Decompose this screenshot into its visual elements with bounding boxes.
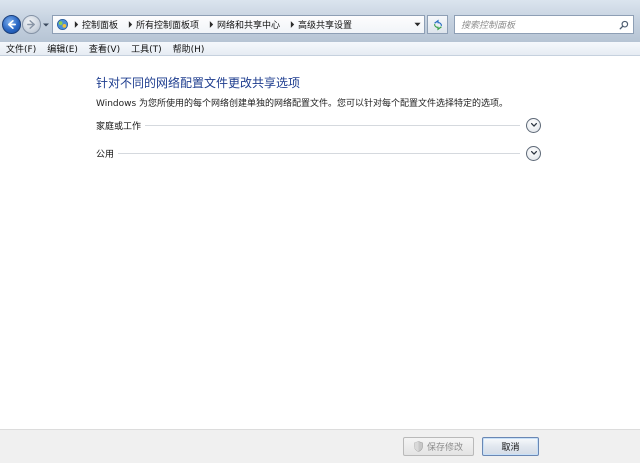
footer-bar: 保存修改 取消 <box>0 429 640 463</box>
menu-bar: 文件(F) 编辑(E) 查看(V) 工具(T) 帮助(H) <box>0 42 640 56</box>
breadcrumb-item-control-panel[interactable]: 控制面板 <box>70 16 124 33</box>
forward-button[interactable] <box>22 15 41 34</box>
chevron-right-icon <box>286 16 298 33</box>
breadcrumb-label: 网络和共享中心 <box>217 21 281 31</box>
cancel-button[interactable]: 取消 <box>482 437 539 456</box>
arrow-left-icon <box>7 20 16 29</box>
chevron-down-icon <box>530 122 537 127</box>
refresh-button[interactable] <box>427 15 448 34</box>
recent-pages-button[interactable] <box>42 21 50 29</box>
divider <box>145 124 520 126</box>
address-bar: 控制面板 所有控制面板项 网络和共享中心 高级共享设置 搜索控制面板 <box>0 0 640 42</box>
page-description: Windows 为您所使用的每个网络创建单独的网络配置文件。您可以针对每个配置文… <box>96 99 509 109</box>
breadcrumb[interactable]: 控制面板 所有控制面板项 网络和共享中心 高级共享设置 <box>52 15 425 34</box>
menu-edit[interactable]: 编辑(E) <box>43 42 82 55</box>
save-changes-label: 保存修改 <box>426 443 463 453</box>
divider <box>118 152 520 154</box>
profile-label: 公用 <box>96 149 115 160</box>
profile-label: 家庭或工作 <box>96 121 142 132</box>
menu-help[interactable]: 帮助(H) <box>169 42 209 55</box>
breadcrumb-label: 高级共享设置 <box>298 21 353 31</box>
save-changes-button[interactable]: 保存修改 <box>403 437 474 456</box>
profile-section-home-work[interactable]: 家庭或工作 <box>96 117 541 133</box>
profile-section-public[interactable]: 公用 <box>96 145 541 161</box>
breadcrumb-item-network-center[interactable]: 网络和共享中心 <box>205 16 286 33</box>
menu-file[interactable]: 文件(F) <box>2 42 40 55</box>
breadcrumb-label: 所有控制面板项 <box>136 21 200 31</box>
chevron-right-icon <box>205 16 217 33</box>
breadcrumb-item-all-items[interactable]: 所有控制面板项 <box>124 16 205 33</box>
search-placeholder: 搜索控制面板 <box>461 21 516 31</box>
uac-shield-icon <box>414 441 425 453</box>
expand-button[interactable] <box>526 117 541 133</box>
cancel-label: 取消 <box>501 443 520 453</box>
chevron-right-icon <box>70 16 82 33</box>
expand-button[interactable] <box>526 145 541 161</box>
page-title: 针对不同的网络配置文件更改共享选项 <box>96 76 301 90</box>
menu-view[interactable]: 查看(V) <box>85 42 124 55</box>
breadcrumb-label: 控制面板 <box>82 21 119 31</box>
chevron-right-icon <box>124 16 136 33</box>
main-content: 针对不同的网络配置文件更改共享选项 Windows 为您所使用的每个网络创建单独… <box>0 57 640 429</box>
chevron-down-icon <box>530 150 537 155</box>
refresh-icon <box>433 19 442 30</box>
control-panel-icon <box>54 16 70 33</box>
breadcrumb-item-advanced-sharing[interactable]: 高级共享设置 <box>286 16 358 33</box>
search-input[interactable]: 搜索控制面板 <box>454 15 634 34</box>
chevron-down-icon <box>414 22 421 27</box>
back-button[interactable] <box>2 15 21 34</box>
menu-tools[interactable]: 工具(T) <box>127 42 166 55</box>
arrow-right-icon <box>27 20 35 29</box>
search-icon[interactable] <box>615 16 633 33</box>
chevron-down-icon <box>43 23 49 27</box>
address-history-dropdown[interactable] <box>411 16 424 33</box>
